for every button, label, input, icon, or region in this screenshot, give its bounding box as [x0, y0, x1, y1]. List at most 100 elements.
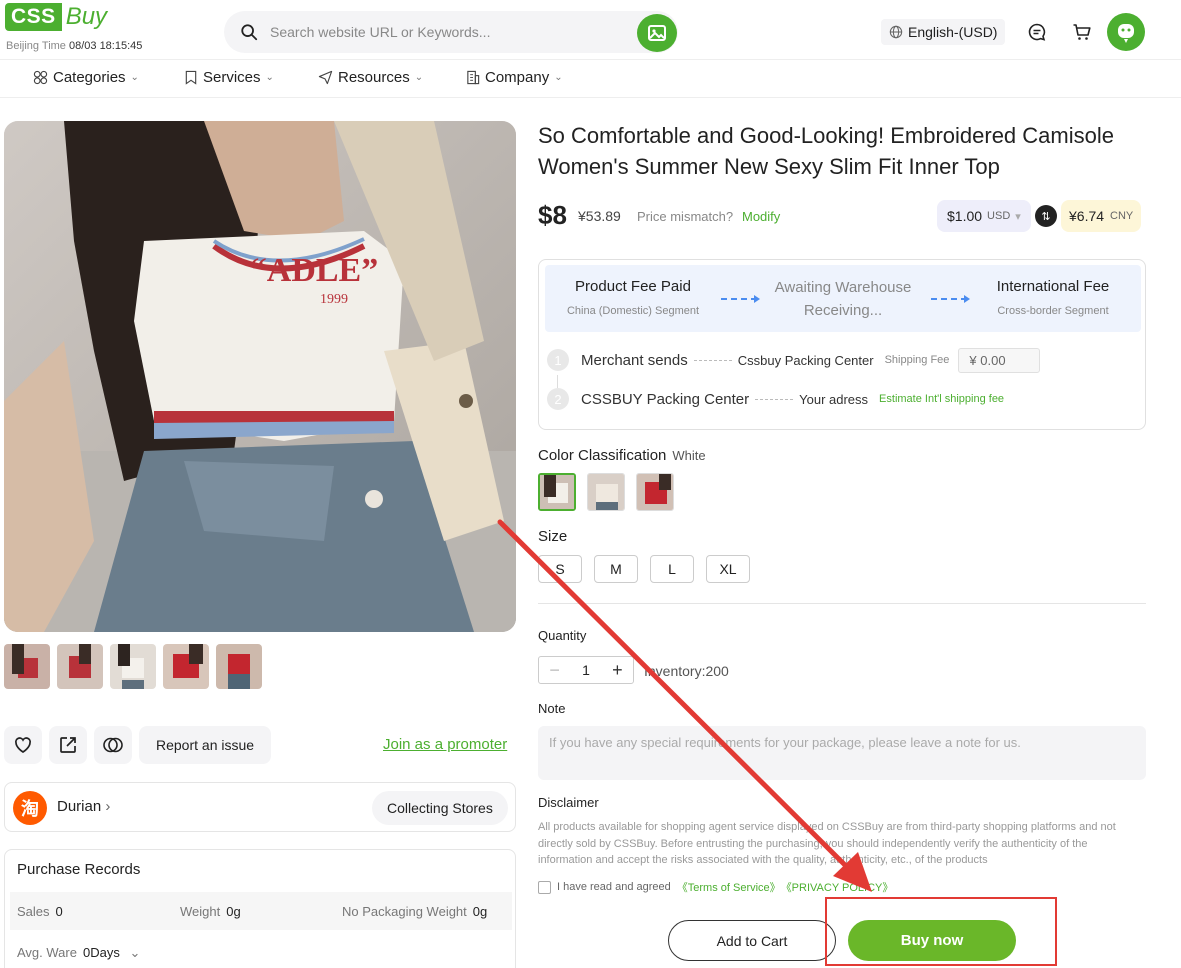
- favorite-button[interactable]: [4, 726, 42, 764]
- route-to: Cssbuy Packing Center: [737, 352, 874, 368]
- rate-usd-unit: USD: [987, 210, 1011, 222]
- divider: [538, 603, 1146, 604]
- grid-icon: [33, 70, 48, 85]
- route-number: 2: [547, 388, 569, 410]
- join-promoter-link[interactable]: Join as a promoter: [383, 736, 507, 753]
- add-to-cart-button[interactable]: Add to Cart: [668, 920, 836, 961]
- color-option-red[interactable]: [636, 473, 674, 511]
- image-search-button[interactable]: [637, 14, 677, 52]
- quantity-minus-button[interactable]: −: [539, 660, 570, 681]
- thumbnail-4[interactable]: [163, 644, 209, 689]
- shipping-steps: Product Fee Paid China (Domestic) Segmen…: [545, 265, 1141, 332]
- route-from: CSSBUY Packing Center: [581, 390, 750, 408]
- swap-currency-icon[interactable]: ⇅: [1035, 205, 1057, 227]
- nav-company[interactable]: Company ⌄: [466, 69, 563, 86]
- agreement-row: I have read and agreed 《Terms of Service…: [538, 879, 893, 895]
- cart-button[interactable]: [1070, 20, 1094, 44]
- link-circles-icon: [103, 737, 123, 753]
- nav-services[interactable]: Services ⌄: [184, 69, 274, 86]
- product-photo: “ADLE” 1999: [4, 121, 516, 632]
- cart-icon: [1073, 24, 1091, 40]
- thumbnail-2[interactable]: [57, 644, 103, 689]
- sales-value: 0: [55, 904, 63, 919]
- thumbnail-strip: [4, 644, 262, 689]
- store-name-link[interactable]: Durian ›: [57, 798, 110, 815]
- price-usd: $8: [538, 200, 567, 230]
- dashed-arrow-icon: [693, 359, 732, 361]
- store-card: 淘 Durian › Collecting Stores: [4, 782, 516, 832]
- nav-resources[interactable]: Resources ⌄: [318, 69, 423, 86]
- color-value: White: [672, 448, 706, 463]
- agree-text: I have read and agreed: [557, 881, 671, 893]
- beijing-time: Beijing Time 08/03 18:15:45: [6, 40, 142, 52]
- dashed-arrow-icon: [755, 398, 794, 400]
- rate-usd: $1.00: [947, 208, 983, 224]
- currency-cny: ¥6.74 CNY: [1061, 200, 1142, 232]
- compare-button[interactable]: [94, 726, 132, 764]
- records-stats: Sales 0 Weight 0g No Packaging Weight 0g: [10, 892, 512, 930]
- size-option-m[interactable]: M: [594, 555, 638, 583]
- search-bar: [224, 11, 678, 53]
- rate-cny-unit: CNY: [1110, 210, 1134, 222]
- size-option-l[interactable]: L: [650, 555, 694, 583]
- chevron-right-icon: ›: [105, 798, 111, 815]
- quantity-value[interactable]: 1: [570, 662, 601, 678]
- currency-usd-selector[interactable]: $1.00 USD ▾: [937, 200, 1031, 232]
- privacy-policy-link[interactable]: 《PRIVACY POLICY》: [781, 879, 894, 895]
- records-title: Purchase Records: [17, 861, 141, 878]
- weight-label: Weight: [180, 904, 221, 919]
- color-option-2[interactable]: [587, 473, 625, 511]
- size-option-s[interactable]: S: [538, 555, 582, 583]
- share-button[interactable]: [49, 726, 87, 764]
- step-international-fee: International Fee Cross-border Segment: [973, 278, 1133, 317]
- time-value: 08/03 18:15:45: [68, 40, 143, 52]
- message-button[interactable]: [1025, 20, 1049, 44]
- report-issue-button[interactable]: Report an issue: [139, 726, 272, 764]
- modify-price-link[interactable]: Modify: [742, 209, 780, 224]
- thumbnail-1[interactable]: [4, 644, 50, 689]
- estimate-shipping-link[interactable]: Estimate Int'l shipping fee: [879, 393, 1004, 405]
- avatar-icon: [1118, 24, 1134, 43]
- user-avatar[interactable]: [1107, 13, 1145, 51]
- chat-icon: [1028, 23, 1046, 41]
- nav-label: Categories: [53, 69, 126, 86]
- size-label: Size: [538, 528, 568, 545]
- cssbuy-logo[interactable]: CSS Buy: [5, 3, 107, 31]
- chevron-down-icon: ⌄: [129, 945, 141, 960]
- chevron-down-icon: ⌄: [130, 72, 139, 83]
- color-option-white[interactable]: [538, 473, 576, 511]
- svg-text:“ADLE”: “ADLE”: [250, 252, 378, 289]
- nav-label: Services: [203, 69, 261, 86]
- quantity-stepper: − 1 +: [538, 656, 634, 684]
- product-main-image[interactable]: “ADLE” 1999: [4, 121, 516, 632]
- avg-value: 0Days: [82, 945, 120, 960]
- color-label-text: Color Classification: [538, 447, 667, 464]
- note-textarea[interactable]: [538, 726, 1146, 780]
- color-options: [538, 473, 674, 511]
- step-title: International Fee: [996, 278, 1110, 295]
- agree-checkbox[interactable]: [538, 880, 551, 894]
- purchase-records: Purchase Records Sales 0 Weight 0g No Pack…: [4, 849, 516, 968]
- building-icon: [467, 70, 480, 85]
- avg-ware-dropdown[interactable]: Avg. Ware 0Days ⌄: [17, 945, 140, 961]
- sales-label: Sales: [17, 904, 50, 919]
- chevron-down-icon: ⌄: [554, 72, 563, 83]
- collecting-stores-button[interactable]: Collecting Stores: [372, 791, 508, 825]
- thumbnail-3[interactable]: [110, 644, 156, 689]
- language-selector[interactable]: English-(USD): [881, 19, 1006, 45]
- terms-of-service-link[interactable]: 《Terms of Service》: [677, 879, 781, 895]
- chevron-down-icon: ⌄: [265, 72, 274, 83]
- heart-icon: [15, 737, 31, 753]
- price-cny: ¥53.89: [578, 208, 621, 224]
- header: CSS Buy Beijing Time 08/03 18:15:45 Engl…: [0, 0, 1181, 60]
- no-packaging-label: No Packaging Weight: [342, 904, 467, 919]
- no-packaging-value: 0g: [472, 904, 488, 919]
- size-option-xl[interactable]: XL: [706, 555, 750, 583]
- svg-text:1999: 1999: [320, 292, 348, 307]
- nav-categories[interactable]: Categories ⌄: [33, 69, 139, 86]
- color-label: Color Classification White: [538, 447, 706, 464]
- taobao-logo-icon: 淘: [13, 791, 47, 825]
- quantity-plus-button[interactable]: +: [602, 660, 633, 681]
- search-input[interactable]: [270, 21, 630, 43]
- thumbnail-5[interactable]: [216, 644, 262, 689]
